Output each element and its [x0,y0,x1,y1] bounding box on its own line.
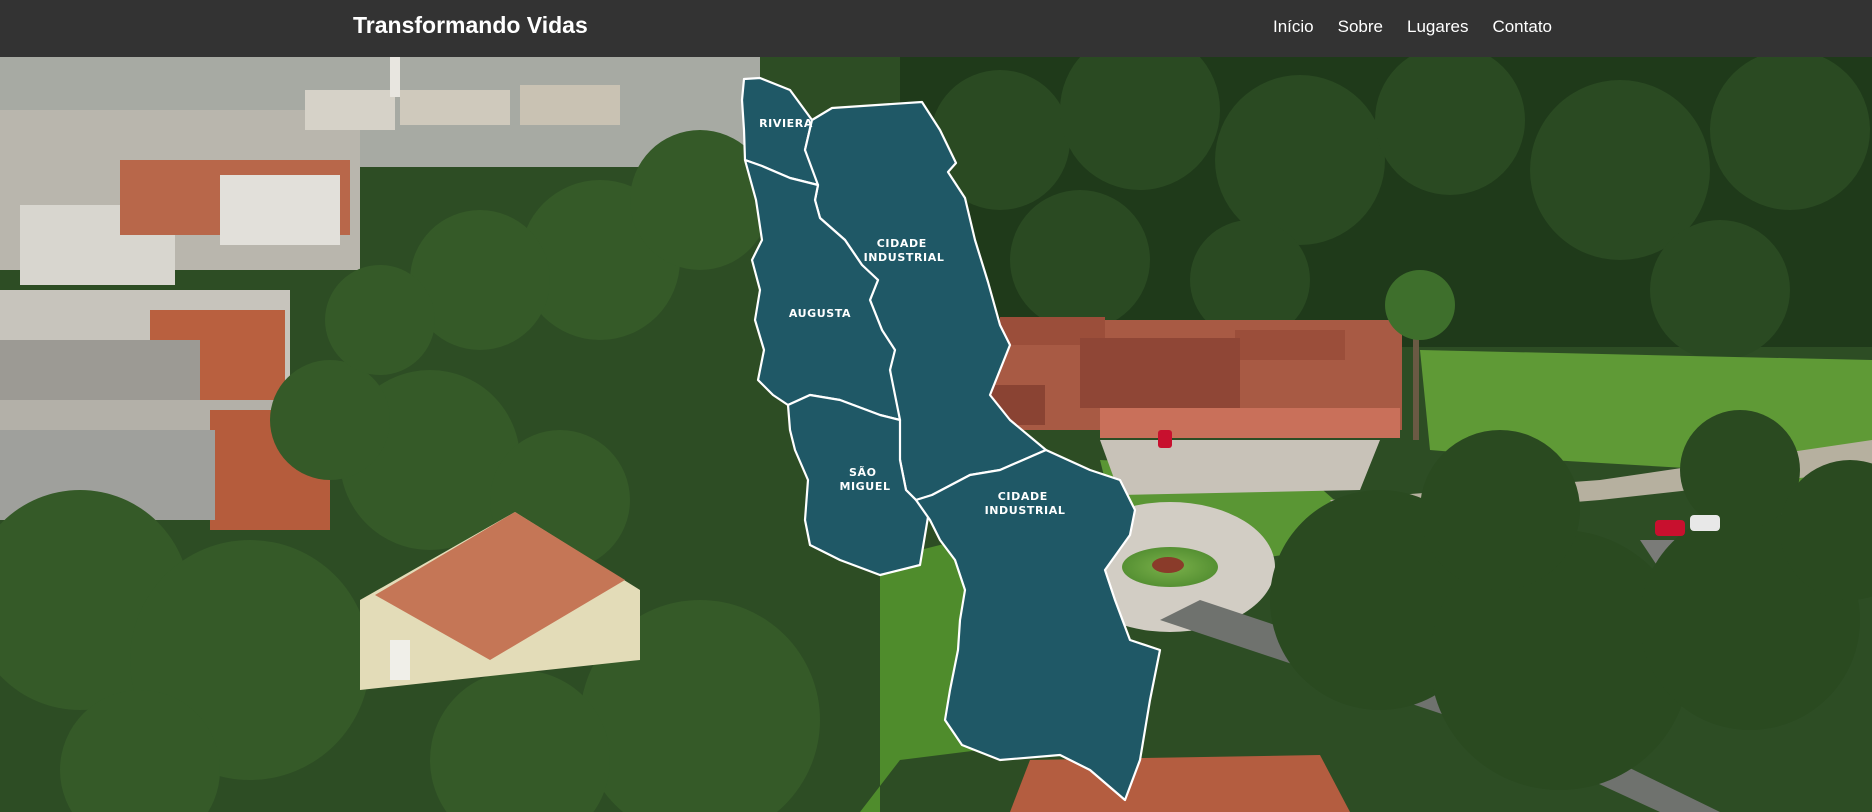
label-augusta: AUGUSTA [789,307,851,320]
top-navbar: Transformando Vidas Início Sobre Lugares… [0,0,1872,57]
hero-aerial-background: RIVIERA CIDADE INDUSTRIAL AUGUSTA SÃO MI… [0,57,1872,812]
car-red [1158,430,1172,448]
nav-links: Início Sobre Lugares Contato [1273,17,1552,37]
nav-link-sobre[interactable]: Sobre [1338,17,1383,37]
flower-bed [1152,557,1184,573]
brick-building [990,317,1402,438]
car-red-right [1655,520,1685,536]
nav-link-contato[interactable]: Contato [1492,17,1552,37]
nav-link-inicio[interactable]: Início [1273,17,1314,37]
label-riviera: RIVIERA [759,117,813,130]
bottom-roof [1010,755,1350,812]
aerial-map-scene: RIVIERA CIDADE INDUSTRIAL AUGUSTA SÃO MI… [0,57,1872,812]
brand-title[interactable]: Transformando Vidas [353,12,588,39]
car-white-right [1690,515,1720,531]
parking-plaza [1100,440,1380,495]
nav-link-lugares[interactable]: Lugares [1407,17,1468,37]
